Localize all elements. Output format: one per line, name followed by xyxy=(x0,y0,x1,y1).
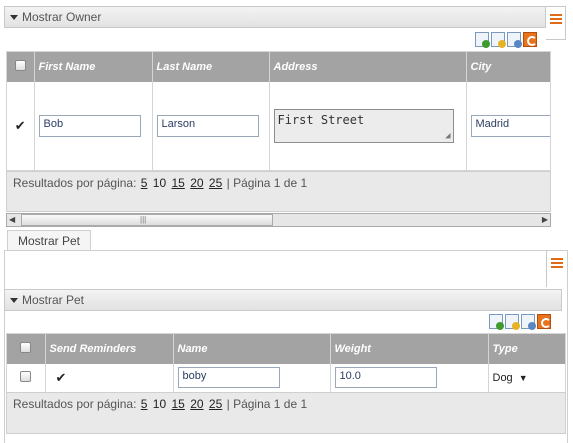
owner-paginator: Resultados por página: 5 10 15 20 25 | P… xyxy=(6,171,551,212)
address-value: First Street xyxy=(277,112,365,127)
owner-table: First Name Last Name Address City ✔ Bob … xyxy=(7,52,550,170)
pet-outer-menu[interactable] xyxy=(546,251,566,287)
tab-label: Mostrar Pet xyxy=(17,234,80,248)
page-size-25[interactable]: 25 xyxy=(209,397,222,411)
table-row[interactable]: ✔ boby 10.0 Dog ▼ xyxy=(7,364,565,392)
column-header-weight[interactable]: Weight xyxy=(330,334,489,364)
table-row[interactable]: ✔ Bob Larson First Street ◢ Madrid xyxy=(7,82,550,170)
horizontal-scrollbar[interactable]: ◀ ||| ▶ xyxy=(6,213,551,227)
resize-grip-icon[interactable]: ◢ xyxy=(445,131,450,141)
page-size-10: 10 xyxy=(152,397,167,411)
scroll-right-icon[interactable]: ▶ xyxy=(542,215,548,224)
weight-field[interactable]: 10.0 xyxy=(334,367,437,389)
send-reminders-checkbox[interactable]: ✔ xyxy=(56,370,67,385)
options-menu-icon[interactable] xyxy=(550,258,563,268)
column-header-name[interactable]: Name xyxy=(173,334,331,364)
column-header-last-name[interactable]: Last Name xyxy=(152,52,270,82)
edit-record-icon[interactable] xyxy=(491,32,506,48)
row-select-cell[interactable]: ✔ xyxy=(7,82,35,170)
page-size-10: 10 xyxy=(152,176,167,190)
page-info: Página 1 de 1 xyxy=(233,176,308,190)
column-header-first-name[interactable]: First Name xyxy=(34,52,153,82)
add-record-icon[interactable] xyxy=(489,314,504,330)
collapse-triangle-icon[interactable] xyxy=(10,297,18,303)
options-menu-icon[interactable] xyxy=(549,14,562,24)
page-size-20[interactable]: 20 xyxy=(190,176,203,190)
scroll-left-icon[interactable]: ◀ xyxy=(9,215,15,224)
add-record-icon[interactable] xyxy=(475,32,490,48)
column-header-city[interactable]: City xyxy=(466,52,550,82)
city-field[interactable]: Madrid xyxy=(470,114,550,137)
select-all-header[interactable] xyxy=(7,52,35,82)
dropdown-arrow-icon[interactable]: ▼ xyxy=(519,373,528,383)
paginator-label: Resultados por página: xyxy=(13,397,137,411)
edit-record-icon[interactable] xyxy=(505,314,520,330)
select-all-header[interactable] xyxy=(7,334,46,364)
refresh-icon[interactable] xyxy=(523,32,537,47)
pet-toolbar xyxy=(489,314,551,330)
owner-toolbar xyxy=(475,32,537,48)
column-header-type[interactable]: Type xyxy=(488,334,565,364)
pet-paginator: Resultados por página: 5 10 15 20 25 | P… xyxy=(6,392,566,434)
page-size-5[interactable]: 5 xyxy=(141,397,148,411)
type-select[interactable]: Dog ▼ xyxy=(488,364,565,392)
pet-name-field[interactable]: boby xyxy=(177,367,280,389)
last-name-field[interactable]: Larson xyxy=(156,114,259,137)
pet-table-header-row: Send Reminders Name Weight Type xyxy=(7,334,565,364)
row-checkbox[interactable] xyxy=(20,370,32,382)
scrollbar-grip-icon: ||| xyxy=(140,215,147,224)
page-size-15[interactable]: 15 xyxy=(172,397,185,411)
page-size-20[interactable]: 20 xyxy=(190,397,203,411)
pet-panel-header[interactable]: Mostrar Pet xyxy=(4,289,562,311)
scrollbar-thumb[interactable]: ||| xyxy=(21,214,273,226)
pet-table: Send Reminders Name Weight Type ✔ boby 1… xyxy=(7,334,565,392)
page-size-15[interactable]: 15 xyxy=(172,176,185,190)
delete-record-icon[interactable] xyxy=(521,314,536,330)
delete-record-icon[interactable] xyxy=(507,32,522,48)
row-select-cell[interactable] xyxy=(7,364,46,392)
column-header-send-reminders[interactable]: Send Reminders xyxy=(45,334,174,364)
page-size-5[interactable]: 5 xyxy=(141,176,148,190)
owner-table-header-row: First Name Last Name Address City xyxy=(7,52,550,82)
select-all-checkbox[interactable] xyxy=(20,342,32,353)
page-size-25[interactable]: 25 xyxy=(209,176,222,190)
paginator-separator: | xyxy=(226,397,230,411)
pet-table-wrapper: Send Reminders Name Weight Type ✔ boby 1… xyxy=(6,333,566,393)
owner-panel-title: Mostrar Owner xyxy=(22,10,102,24)
owner-table-wrapper: First Name Last Name Address City ✔ Bob … xyxy=(6,51,551,171)
column-header-address[interactable]: Address xyxy=(269,52,467,82)
tab-mostrar-pet[interactable]: Mostrar Pet xyxy=(7,230,91,251)
type-value: Dog xyxy=(492,371,513,384)
checkmark-icon[interactable]: ✔ xyxy=(15,118,26,133)
address-textarea[interactable]: First Street ◢ xyxy=(273,108,454,143)
page-info: Página 1 de 1 xyxy=(233,397,308,411)
collapse-triangle-icon[interactable] xyxy=(10,14,18,20)
first-name-field[interactable]: Bob xyxy=(38,114,141,137)
select-all-checkbox[interactable] xyxy=(14,60,26,71)
refresh-icon[interactable] xyxy=(537,314,551,329)
paginator-label: Resultados por página: xyxy=(13,176,137,190)
owner-panel-menu[interactable] xyxy=(546,6,566,40)
owner-panel-header[interactable]: Mostrar Owner xyxy=(4,6,546,28)
paginator-separator: | xyxy=(226,176,230,190)
pet-panel-title: Mostrar Pet xyxy=(22,293,85,307)
